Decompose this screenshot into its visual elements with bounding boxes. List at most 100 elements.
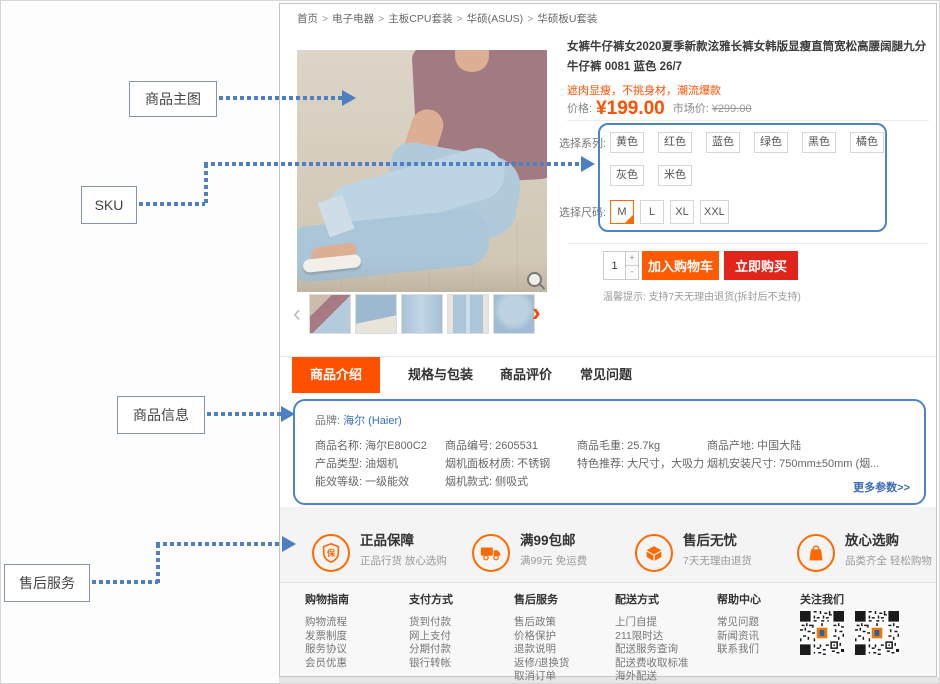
thumbnail-1[interactable] [309,294,351,334]
footer-link[interactable]: 售后政策 [514,616,569,630]
wechat-qr-code [800,611,844,655]
tab-reviews[interactable]: 商品评价 [500,357,552,393]
size-chip-xxl[interactable]: XXL [700,200,729,224]
tab-spec-packaging[interactable]: 规格与包装 [408,357,473,393]
brand-row: 品牌: 海尔 (Haier) [315,412,402,428]
footer-link[interactable]: 购物流程 [305,616,349,630]
breadcrumb-link-subcategory[interactable]: 主板CPU套装 [388,13,452,25]
footer-col-delivery: 配送方式 上门自提 211限时达 配送服务查询 配送费收取标准 海外配送 [615,591,689,684]
service-subtitle: 7天无理由退货 [683,553,752,568]
thumbnail-4[interactable] [447,294,489,334]
annotation-connector [156,542,282,546]
tab-faq[interactable]: 常见问题 [580,357,632,393]
service-free-shipping: 满99包邮 满99元 免运费 [472,533,587,572]
thumbnail-next-icon[interactable]: › [532,298,541,326]
spec-item: 烟机款式: 侧吸式 [445,473,573,491]
spec-item: 特色推荐: 大尺寸，大吸力，静音... [577,455,703,473]
breadcrumb-link-brand[interactable]: 华硕(ASUS) [467,13,524,25]
market-price-value: ¥299.00 [712,103,752,115]
service-subtitle: 正品行货 放心选购 [360,553,447,568]
add-to-cart-button[interactable]: 加入购物车 [642,251,719,280]
footer-link[interactable]: 网上支付 [409,630,453,644]
footer-link[interactable]: 发票制度 [305,630,349,644]
product-main-image[interactable] [297,50,547,292]
tab-product-intro[interactable]: 商品介绍 [292,357,380,393]
quantity-stepper: + - [603,251,639,280]
series-chip-red[interactable]: 红色 [658,132,692,153]
footer-col-title: 支付方式 [409,591,453,607]
footer-link[interactable]: 价格保护 [514,630,569,644]
footer-link[interactable]: 211限时达 [615,630,689,644]
thumbnail-strip [309,294,535,334]
breadcrumb-current: 华硕板U套装 [537,13,597,25]
service-title: 满99包邮 [520,533,587,549]
size-chip-m-selected[interactable]: M [610,200,634,224]
market-price-label: 市场价: [673,103,709,115]
buy-now-button[interactable]: 立即购买 [724,251,798,280]
more-params-link[interactable]: 更多参数>> [853,479,910,495]
footer-link[interactable]: 新闻资讯 [717,630,761,644]
spec-item: 商品毛重: 25.7kg [577,437,703,455]
series-chip-gray[interactable]: 灰色 [610,165,644,186]
footer-link[interactable]: 货到付款 [409,616,453,630]
quantity-increase-icon[interactable]: + [626,251,639,266]
footer-link[interactable]: 返修/退换货 [514,657,569,671]
quantity-input[interactable] [603,251,626,280]
footer-link[interactable]: 会员优惠 [305,657,349,671]
thumbnail-prev-icon[interactable]: ‹ [293,300,301,328]
size-chip-l[interactable]: L [640,200,664,224]
divider [567,243,929,244]
footer-col-help-center: 帮助中心 常见问题 新闻资讯 联系我们 [717,591,761,657]
series-chip-blue[interactable]: 蓝色 [706,132,740,153]
service-after-sales: 售后无忧 7天无理由退货 [635,533,752,572]
annotated-screenshot-canvas: 首页>电子电器>主板CPU套装>华硕(ASUS)>华硕板U套装 ‹ › [0,0,940,684]
series-chip-black[interactable]: 黑色 [802,132,836,153]
annotation-connector [219,96,343,100]
service-subtitle: 品类齐全 轻松购物 [845,553,932,568]
brand-label: 品牌: [315,415,340,427]
series-chip-beige[interactable]: 米色 [658,165,692,186]
breadcrumb-link-category[interactable]: 电子电器 [332,13,374,25]
footer-link[interactable]: 上门自提 [615,616,689,630]
spec-column-2: 商品编号: 2605531 烟机面板材质: 不锈钢 烟机款式: 侧吸式 [445,437,573,491]
annotation-label-product-info: 商品信息 [117,396,205,434]
quantity-decrease-icon[interactable]: - [626,266,639,281]
footer-link[interactable]: 服务协议 [305,643,349,657]
site-footer: 购物指南 购物流程 发票制度 服务协议 会员优惠 支付方式 货到付款 网上支付 … [280,582,936,676]
annotation-label-text: 商品信息 [133,405,189,425]
footer-link[interactable]: 退款说明 [514,643,569,657]
zoom-lens-icon[interactable] [527,272,542,287]
annotation-arrowhead-icon [342,90,356,106]
product-promo-text: 遮肉显瘦，不挑身材，潮流爆款 [567,82,721,98]
series-chip-green[interactable]: 绿色 [754,132,788,153]
annotation-connector [92,580,158,584]
service-authentic: 保 正品保障 正品行货 放心选购 [312,533,447,572]
thumbnail-2[interactable] [355,294,397,334]
svg-text:保: 保 [326,548,336,558]
footer-link[interactable]: 配送费收取标准 [615,657,689,671]
spec-item: 商品名称: 海尔E800C2 [315,437,441,455]
size-label: 选择尺码: [559,204,606,220]
annotation-connector [204,162,581,166]
series-chip-yellow[interactable]: 黄色 [610,132,644,153]
annotation-label-main-image: 商品主图 [129,81,217,117]
size-chip-xl[interactable]: XL [670,200,694,224]
annotation-connector [207,412,281,416]
footer-link[interactable]: 取消订单 [514,670,569,684]
thumbnail-3[interactable] [401,294,443,334]
series-chip-orange[interactable]: 橘色 [850,132,884,153]
footer-link[interactable]: 海外配送 [615,670,689,684]
thumbnail-5[interactable] [493,294,535,334]
detail-tabbar: 商品介绍 规格与包装 商品评价 常见问题 [280,356,936,392]
footer-link[interactable]: 银行转帐 [409,657,453,671]
breadcrumb-separator: > [322,13,328,25]
footer-link[interactable]: 分期付款 [409,643,453,657]
brand-link[interactable]: 海尔 (Haier) [343,415,402,427]
breadcrumb: 首页>电子电器>主板CPU套装>华硕(ASUS)>华硕板U套装 [297,11,597,26]
footer-link[interactable]: 联系我们 [717,643,761,657]
footer-link[interactable]: 配送服务查询 [615,643,689,657]
breadcrumb-link-home[interactable]: 首页 [297,13,318,25]
breadcrumb-separator: > [527,13,533,25]
footer-link[interactable]: 常见问题 [717,616,761,630]
price-value: ¥199.00 [596,98,665,119]
